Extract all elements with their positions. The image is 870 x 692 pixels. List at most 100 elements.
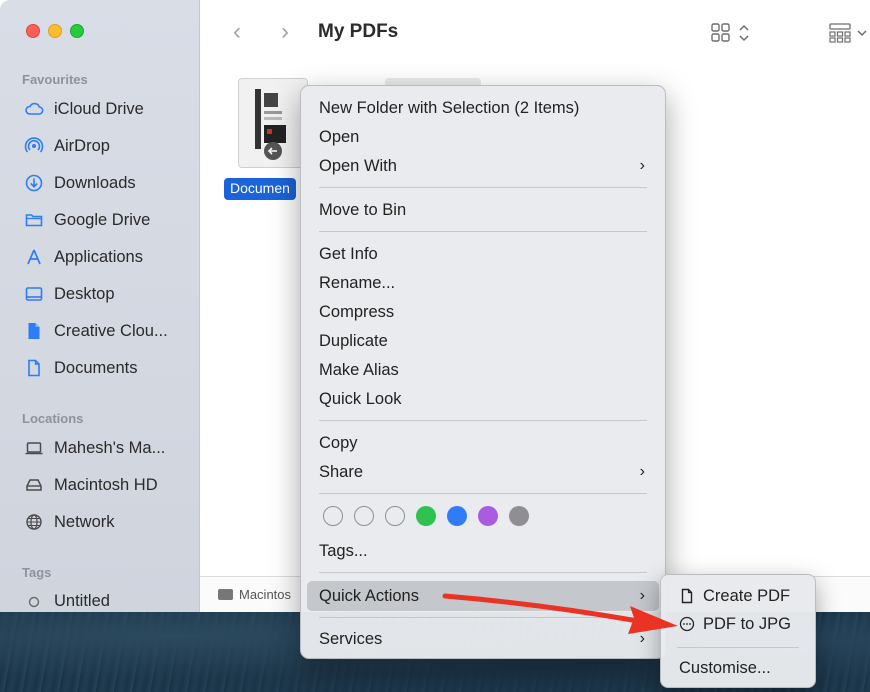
download-icon <box>24 173 44 193</box>
airdrop-icon <box>24 136 44 156</box>
sidebar-item-label: Untitled <box>54 591 110 610</box>
menu-item-duplicate[interactable]: Duplicate <box>319 328 651 354</box>
tag-color-gray[interactable] <box>509 506 529 526</box>
menu-item-label: Open With <box>319 156 397 175</box>
sidebar-item-label: Applications <box>54 247 143 266</box>
chevron-right-icon: › <box>639 630 645 647</box>
context-menu: New Folder with Selection (2 Items) Open… <box>300 85 666 659</box>
back-button[interactable]: ‹ <box>226 18 248 46</box>
sidebar-item-documents[interactable]: Documents <box>24 355 137 381</box>
sidebar-item-label: Downloads <box>54 173 136 192</box>
tag-color-empty[interactable] <box>385 506 405 526</box>
tag-color-green[interactable] <box>416 506 436 526</box>
more-circle-icon <box>679 616 695 632</box>
applications-icon <box>24 247 44 267</box>
tag-circle-icon <box>24 591 44 611</box>
sidebar-item-label: Desktop <box>54 284 115 303</box>
menu-item-label: Open <box>319 127 360 146</box>
menu-separator <box>319 187 647 188</box>
sidebar-item-macbook[interactable]: Mahesh's Ma... <box>24 435 165 461</box>
minimize-window-button[interactable] <box>48 24 62 38</box>
sidebar-section-tags: Tags <box>22 565 52 580</box>
path-bar-item[interactable]: Macintos <box>239 587 291 602</box>
menu-item-label: Duplicate <box>319 331 388 350</box>
menu-item-rename[interactable]: Rename... <box>319 270 651 296</box>
submenu-separator <box>677 647 799 648</box>
menu-item-get-info[interactable]: Get Info <box>319 241 651 267</box>
group-icon <box>829 23 867 43</box>
menu-item-label: Get Info <box>319 244 378 263</box>
close-window-button[interactable] <box>26 24 40 38</box>
menu-item-copy[interactable]: Copy <box>319 430 651 456</box>
sidebar-item-tag-untitled[interactable]: Untitled <box>24 588 110 612</box>
laptop-icon <box>24 438 44 458</box>
chevron-right-icon: › <box>639 463 645 480</box>
sidebar-item-network[interactable]: Network <box>24 509 115 535</box>
forward-button[interactable]: › <box>274 18 296 46</box>
sidebar-item-google-drive[interactable]: Google Drive <box>24 207 150 233</box>
menu-item-quick-look[interactable]: Quick Look <box>319 386 651 412</box>
menu-separator <box>319 231 647 232</box>
sidebar-section-favourites: Favourites <box>22 72 88 87</box>
window-controls <box>26 24 84 38</box>
menu-item-services[interactable]: Services › <box>319 626 651 652</box>
menu-item-label: Quick Look <box>319 389 402 408</box>
grid-view-icon <box>711 23 749 42</box>
sidebar-item-label: Network <box>54 512 115 531</box>
menu-item-quick-actions[interactable]: Quick Actions › <box>319 583 651 609</box>
pdf-preview-icon <box>255 89 286 160</box>
sidebar-item-downloads[interactable]: Downloads <box>24 170 136 196</box>
menu-item-share[interactable]: Share › <box>319 459 651 485</box>
menu-item-label: Compress <box>319 302 395 321</box>
maximize-window-button[interactable] <box>70 24 84 38</box>
folder-icon <box>24 210 44 230</box>
menu-separator <box>319 572 647 573</box>
submenu-item-customise[interactable]: Customise... <box>679 656 771 680</box>
sidebar-item-creative-cloud[interactable]: Creative Clou... <box>24 318 168 344</box>
sidebar-item-applications[interactable]: Applications <box>24 244 143 270</box>
cloud-icon <box>24 99 44 119</box>
sidebar-item-macintosh-hd[interactable]: Macintosh HD <box>24 472 158 498</box>
tag-color-blue[interactable] <box>447 506 467 526</box>
menu-item-label: Tags... <box>319 541 368 560</box>
menu-item-tags[interactable]: Tags... <box>319 538 651 564</box>
menu-separator <box>319 420 647 421</box>
submenu-item-create-pdf[interactable]: Create PDF <box>679 584 790 608</box>
sidebar: Favourites iCloud Drive AirDrop Download… <box>0 0 200 612</box>
menu-item-move-to-bin[interactable]: Move to Bin <box>319 197 651 223</box>
sidebar-item-label: AirDrop <box>54 136 110 155</box>
menu-item-make-alias[interactable]: Make Alias <box>319 357 651 383</box>
menu-item-new-folder-with-selection[interactable]: New Folder with Selection (2 Items) <box>319 95 651 121</box>
document-icon <box>679 588 695 604</box>
menu-item-label: Quick Actions <box>319 586 419 605</box>
submenu-item-pdf-to-jpg[interactable]: PDF to JPG <box>679 612 791 636</box>
network-icon <box>24 512 44 532</box>
menu-item-open[interactable]: Open <box>319 124 651 150</box>
selected-file-label[interactable]: Documen <box>224 178 296 200</box>
menu-item-label: Move to Bin <box>319 200 407 219</box>
submenu-item-label: PDF to JPG <box>703 614 792 633</box>
submenu-item-label: Customise... <box>679 658 771 677</box>
menu-item-compress[interactable]: Compress <box>319 299 651 325</box>
desktop-icon <box>24 284 44 304</box>
tag-color-empty[interactable] <box>323 506 343 526</box>
sidebar-item-desktop[interactable]: Desktop <box>24 281 115 307</box>
menu-item-label: Make Alias <box>319 360 399 379</box>
tag-color-purple[interactable] <box>478 506 498 526</box>
tag-color-row <box>323 506 529 526</box>
sidebar-item-icloud-drive[interactable]: iCloud Drive <box>24 96 144 122</box>
group-view-button[interactable] <box>828 22 870 49</box>
menu-item-label: Services <box>319 629 383 648</box>
file-thumbnail[interactable] <box>238 78 308 168</box>
sidebar-item-label: Google Drive <box>54 210 151 229</box>
sidebar-item-label: Creative Clou... <box>54 321 168 340</box>
view-mode-button[interactable] <box>710 22 760 49</box>
sidebar-section-locations: Locations <box>22 411 84 426</box>
quick-actions-submenu: Create PDF PDF to JPG Customise... <box>660 574 816 688</box>
menu-item-label: Rename... <box>319 273 396 292</box>
hard-disk-icon <box>218 589 233 600</box>
sidebar-item-label: Documents <box>54 358 138 377</box>
menu-item-open-with[interactable]: Open With › <box>319 153 651 179</box>
sidebar-item-airdrop[interactable]: AirDrop <box>24 133 110 159</box>
tag-color-empty[interactable] <box>354 506 374 526</box>
